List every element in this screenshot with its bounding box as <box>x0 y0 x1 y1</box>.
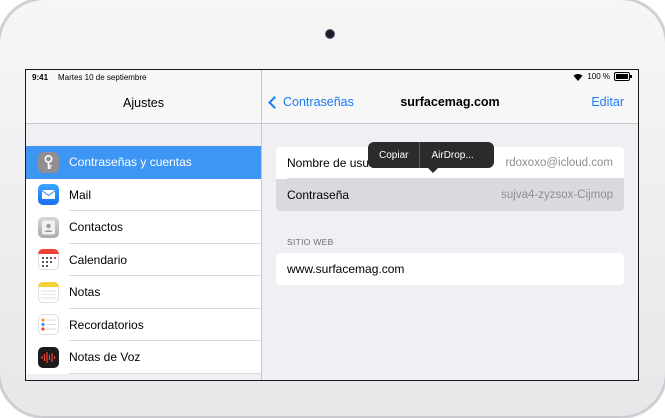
website-section-header: SITIO WEB <box>287 237 334 247</box>
settings-item-reminders[interactable]: Recordatorios <box>26 309 261 341</box>
website-card: www.surfacemag.com <box>276 253 624 285</box>
settings-item-label: Calendario <box>69 252 128 267</box>
password-label: Contraseña <box>287 188 350 202</box>
mail-icon <box>38 184 59 206</box>
wifi-icon <box>573 73 583 81</box>
settings-list: Contraseñas y cuentas Mail Contactos Cal… <box>26 146 261 374</box>
password-value[interactable]: sujva4-zyzsox-Cijmop <box>501 189 613 201</box>
voice-memos-icon <box>38 346 59 368</box>
key-icon <box>38 151 59 173</box>
settings-item-label: Contactos <box>69 220 124 235</box>
username-value[interactable]: rdoxoxo@icloud.com <box>505 157 613 169</box>
notes-icon <box>38 281 59 303</box>
settings-item-label: Mail <box>69 187 92 202</box>
edit-button[interactable]: Editar <box>591 95 624 109</box>
settings-item-contacts[interactable]: Contactos <box>26 211 261 244</box>
status-time: 9:41 <box>32 73 49 82</box>
settings-item-label: Notas <box>69 285 101 300</box>
ipad-screen: Ajustes Contraseñas y cuentas Mail Conta… <box>26 70 638 380</box>
back-button-label: Contraseñas <box>283 95 354 109</box>
username-label: Nombre de usu <box>287 156 370 170</box>
settings-item-passwords-accounts[interactable]: Contraseñas y cuentas <box>26 146 261 179</box>
contacts-icon <box>38 216 59 238</box>
settings-item-label: Contraseñas y cuentas <box>69 155 192 170</box>
front-camera <box>326 30 334 38</box>
password-row[interactable]: Contraseña sujva4-zyzsox-Cijmop <box>276 179 624 211</box>
popover-arrow <box>428 168 438 173</box>
website-value: www.surfacemag.com <box>287 262 405 276</box>
settings-item-calendar[interactable]: Calendario <box>26 244 261 276</box>
website-row[interactable]: www.surfacemag.com <box>276 253 624 285</box>
reminders-icon <box>38 314 59 336</box>
calendar-icon <box>38 249 59 271</box>
settings-item-label: Recordatorios <box>69 317 144 332</box>
back-button[interactable]: Contraseñas <box>268 95 354 109</box>
battery-icon <box>614 72 632 81</box>
battery-percentage: 100 % <box>587 72 610 81</box>
settings-item-voice-memos[interactable]: Notas de Voz <box>26 341 261 374</box>
edit-menu-popover: Copiar AirDrop... <box>368 142 494 173</box>
password-detail-pane: surfacemag.com Contraseñas Editar Nombre… <box>262 70 638 380</box>
airdrop-button[interactable]: AirDrop... <box>420 142 484 168</box>
master-title: Ajustes <box>123 96 164 110</box>
settings-item-mail[interactable]: Mail <box>26 179 261 211</box>
settings-master-pane: Ajustes Contraseñas y cuentas Mail Conta… <box>26 70 262 380</box>
copy-button[interactable]: Copiar <box>368 142 419 168</box>
status-bar: 9:41 Martes 10 de septiembre 100 % <box>26 70 638 86</box>
settings-item-notes[interactable]: Notas <box>26 276 261 309</box>
settings-item-label: Notas de Voz <box>69 350 141 365</box>
status-date: Martes 10 de septiembre <box>58 73 147 82</box>
chevron-left-icon <box>268 95 281 109</box>
